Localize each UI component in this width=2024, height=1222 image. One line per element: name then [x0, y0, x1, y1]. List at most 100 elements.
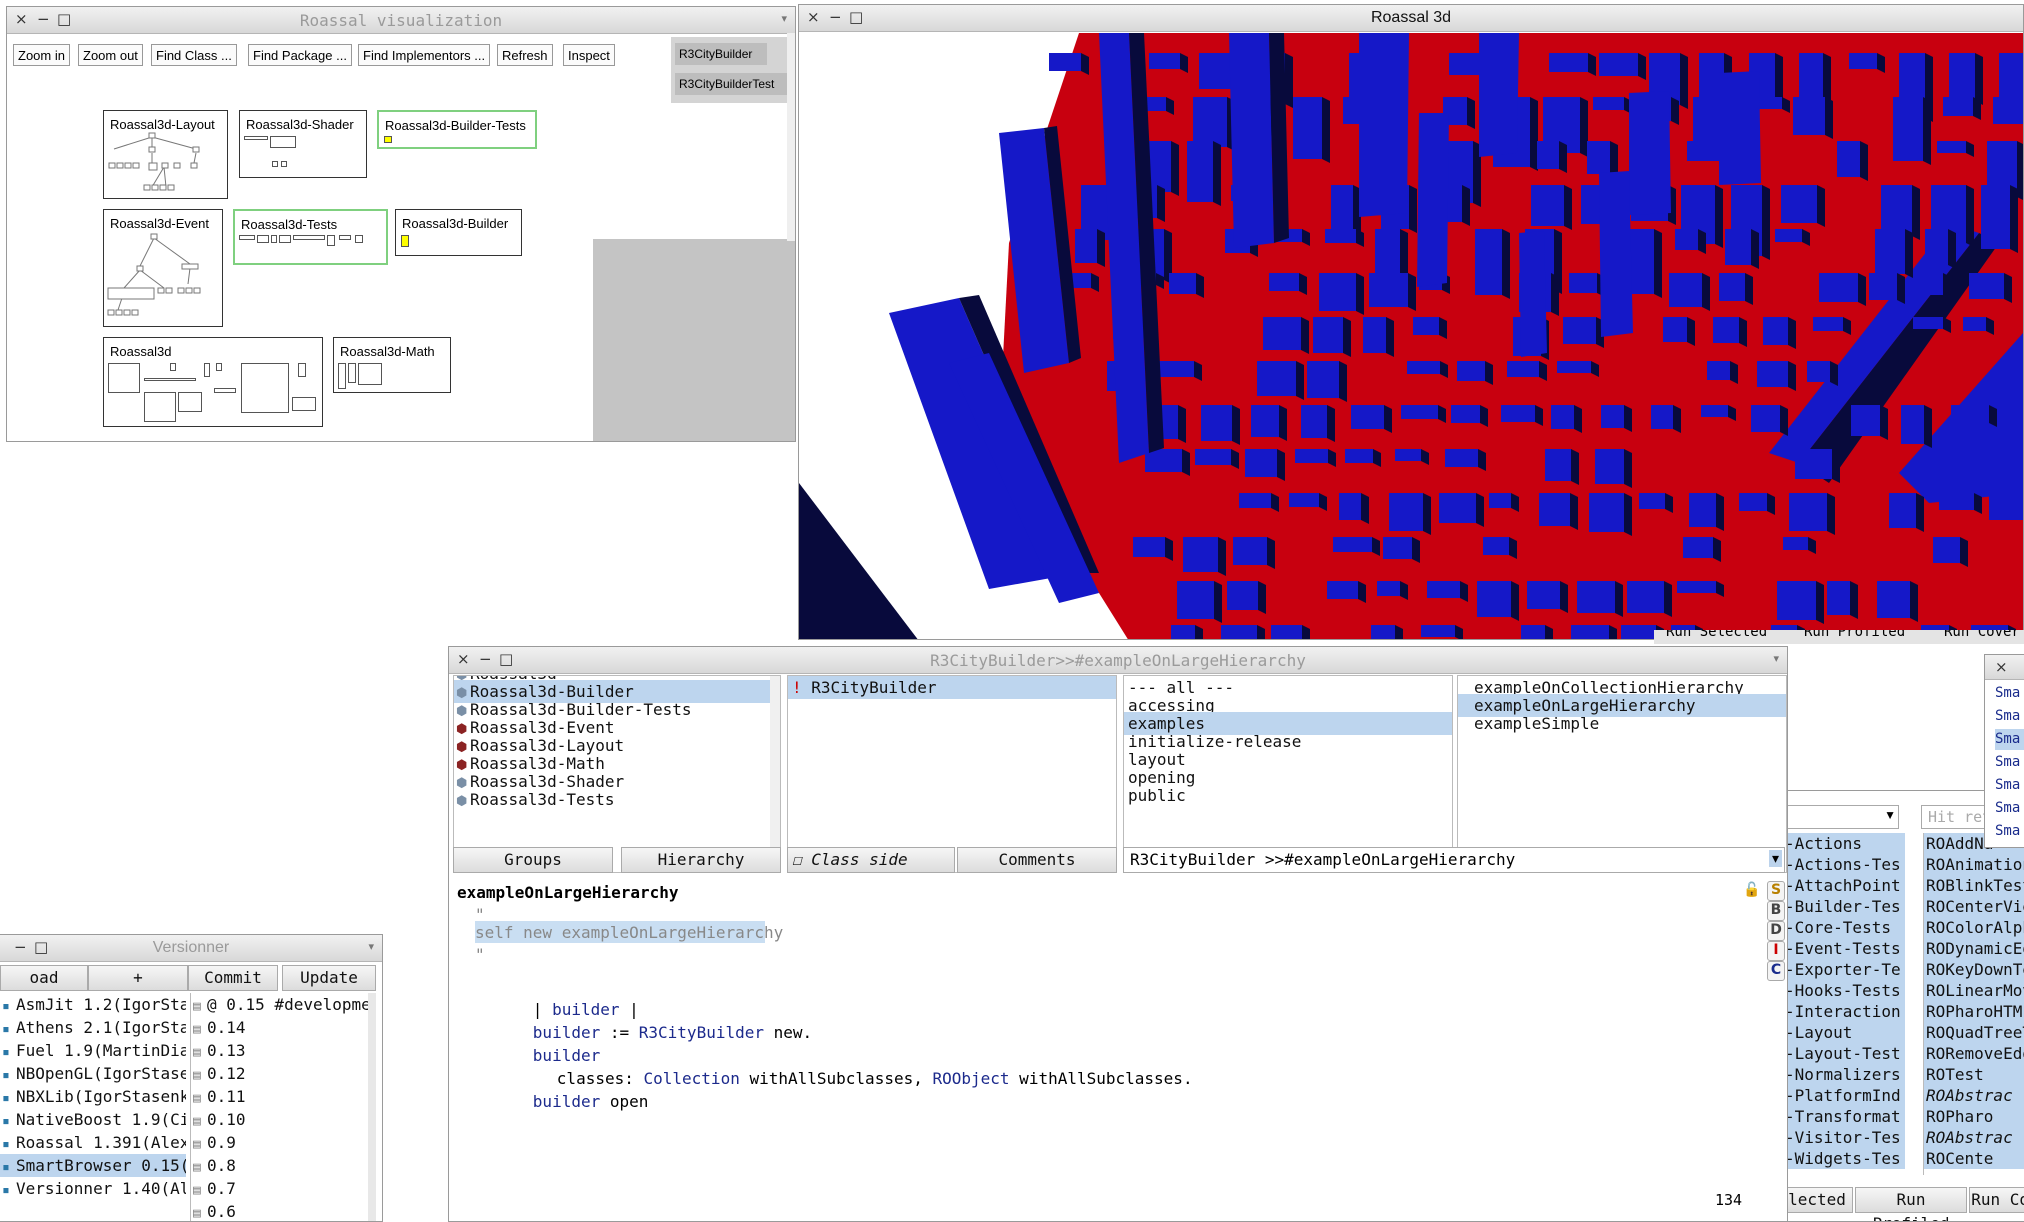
test-class-item[interactable]: ROBlinkTest [1924, 875, 2024, 896]
test-class-item[interactable]: ROPharoHTML [1924, 1001, 2024, 1022]
project-item[interactable]: ▪ Athens 2.1(IgorStase [0, 1016, 186, 1039]
refresh-button[interactable]: Refresh [497, 44, 553, 66]
chevron-down-icon[interactable]: ▼ [1884, 808, 1896, 822]
version-list[interactable]: ▤ @ 0.15 #developme ▤ 0.14 ▤ 0.13 ▤ 0.12 ▤ 0.11 ▤ 0… [190, 993, 377, 1221]
smart-list-item[interactable]: Sma [1995, 752, 2024, 773]
class-box-r3citybuilder[interactable] [401, 235, 409, 247]
package-item[interactable]: ⬢ Roassal3d-Tests [454, 788, 780, 811]
class-box[interactable] [279, 235, 291, 243]
class-box[interactable] [292, 397, 316, 411]
selector-field[interactable]: R3CityBuilder >>#exampleOnLargeHierarchy… [1123, 847, 1785, 873]
tab-class-side[interactable]: ☐ Class side [787, 847, 955, 873]
project-item[interactable]: ▪ SmartBrowser 0.15(Al [0, 1154, 186, 1177]
class-box[interactable] [338, 363, 346, 389]
test-class-item[interactable]: ROPharo [1924, 1106, 2024, 1127]
tab-comments[interactable]: Comments [957, 847, 1117, 873]
smart-list-item[interactable]: Sma [1995, 798, 2024, 819]
test-package-item[interactable]: -Layout [1781, 1022, 1905, 1043]
project-item[interactable]: ▪ Fuel 1.9(MartinDias [0, 1039, 186, 1062]
class-box[interactable] [327, 235, 335, 246]
zoom-in-button[interactable]: Zoom in [13, 44, 70, 66]
test-class-item[interactable]: ROAbstrac [1924, 1085, 2024, 1106]
test-package-item[interactable]: -Visitor-Tes [1781, 1127, 1905, 1148]
test-class-item[interactable]: ROLinearMov [1924, 980, 2024, 1001]
test-class-item[interactable]: RODynamicEd [1924, 938, 2024, 959]
class-box[interactable] [355, 235, 363, 243]
protocol-item[interactable]: public [1124, 784, 1452, 807]
class-box[interactable] [272, 161, 278, 167]
class-box[interactable] [358, 363, 382, 385]
test-class-item[interactable]: ROTest [1924, 1064, 2024, 1085]
version-item[interactable]: ▤ 0.11 [191, 1085, 246, 1108]
package-roassal3d-builder[interactable]: Roassal3d-Builder [395, 209, 522, 256]
test-class-item[interactable]: ROColorAlph [1924, 917, 2024, 938]
project-item[interactable]: ▪ Versionner 1.40(Ale [0, 1177, 186, 1200]
side-letter-c-button[interactable]: C [1767, 961, 1785, 981]
package-roassal3d-layout[interactable]: Roassal3d-Layout [103, 110, 228, 199]
package-roassal3d-tests[interactable]: Roassal3d-Tests [233, 209, 388, 265]
find-implementors-button[interactable]: Find Implementors ... [358, 44, 491, 66]
project-list[interactable]: ▪ AsmJit 1.2(IgorStase ▪ Athens 2.1(IgorSta… [0, 993, 186, 1221]
tab-hierarchy[interactable]: Hierarchy [621, 847, 781, 873]
smart-list[interactable]: Sma Sma Sma Sma Sma Sma Sma Sma [1995, 683, 2024, 847]
test-class-item[interactable]: RORemoveEdg [1924, 1043, 2024, 1064]
class-box-r3citybuildertest[interactable] [384, 136, 392, 143]
version-item[interactable]: ▤ 0.14 [191, 1016, 246, 1039]
class-box[interactable] [170, 363, 176, 371]
version-item[interactable]: ▤ 0.7 [191, 1177, 236, 1200]
package-roassal3d-shader[interactable]: Roassal3d-Shader [239, 110, 367, 178]
package-roassal3d[interactable]: Roassal3d [103, 337, 323, 427]
class-item-r3citybuildertest[interactable]: R3CityBuilderTest [675, 73, 791, 95]
version-item[interactable]: ▤ 0.8 [191, 1154, 236, 1177]
class-box[interactable] [348, 363, 356, 383]
test-package-item[interactable]: -Normalizers [1781, 1064, 1905, 1085]
class-box[interactable] [214, 388, 236, 393]
close-icon[interactable]: × [1995, 658, 2008, 676]
commit-button[interactable]: Commit [188, 965, 278, 991]
class-box[interactable] [271, 235, 277, 243]
package-roassal3d-event[interactable]: Roassal3d-Event [103, 209, 223, 327]
version-item[interactable]: ▤ 0.9 [191, 1131, 236, 1154]
package-roassal3d-math[interactable]: Roassal3d-Math [333, 337, 451, 393]
smart-list-item[interactable]: Sma [1995, 844, 2024, 847]
city-3d-canvas[interactable] [799, 33, 2023, 640]
test-package-item[interactable]: -Transformat [1781, 1106, 1905, 1127]
version-item[interactable]: ▤ 0.12 [191, 1062, 246, 1085]
test-package-item[interactable]: -Actions-Tes [1781, 854, 1905, 875]
class-box[interactable] [178, 392, 202, 412]
class-box[interactable] [339, 235, 351, 240]
smart-list-item[interactable]: Sma [1995, 775, 2024, 796]
test-package-item[interactable]: -Actions [1781, 833, 1905, 854]
test-class-item[interactable]: ROQuadTreeT [1924, 1022, 2024, 1043]
code-editor[interactable]: exampleOnLargeHierarchy " self new examp… [453, 879, 1765, 1219]
class-box[interactable] [239, 235, 255, 240]
test-class-item[interactable]: ROAbstrac [1924, 1127, 2024, 1148]
title-bar[interactable]: × − □ Roassal visualization ▾ [7, 7, 795, 34]
smart-list-item[interactable]: Sma [1995, 821, 2024, 842]
load-project-button[interactable]: oad Projec [0, 965, 88, 1011]
test-class-item[interactable]: ROCenterVie [1924, 896, 2024, 917]
class-pane[interactable]: ! R3CityBuilder [787, 675, 1117, 873]
package-pane[interactable]: ⬢Roassal3d⬢Roassal3d-Builder⬢Roassal3d-B… [453, 675, 781, 873]
run-profiled-button[interactable]: Run Profiled [1855, 1187, 1967, 1221]
zoom-out-button[interactable]: Zoom out [78, 44, 143, 66]
version-item[interactable]: ▤ 0.10 [191, 1108, 246, 1131]
title-bar[interactable]: × − □ Roassal 3d [799, 5, 2023, 32]
class-box[interactable] [204, 363, 210, 377]
class-box[interactable] [257, 235, 269, 243]
smart-list-item[interactable]: Sma [1995, 683, 2024, 704]
tab-groups[interactable]: Groups [453, 847, 613, 873]
test-class-item[interactable]: ROKeyDownTe [1924, 959, 2024, 980]
find-package-button[interactable]: Find Package ... [248, 44, 352, 66]
inspect-button[interactable]: Inspect [563, 44, 615, 66]
class-box[interactable] [293, 235, 325, 240]
side-letter-d-button[interactable]: D [1767, 921, 1785, 941]
class-box[interactable] [281, 161, 287, 167]
title-bar[interactable]: × − □ R3CityBuilder>>#exampleOnLargeHier… [449, 647, 1787, 674]
class-box[interactable] [144, 378, 196, 381]
package-roassal3d-builder-tests[interactable]: Roassal3d-Builder-Tests [377, 110, 537, 149]
version-item[interactable]: ▤ 0.6 [191, 1200, 236, 1221]
version-scrollbar[interactable] [368, 993, 376, 1221]
test-package-item[interactable]: -Layout-Test [1781, 1043, 1905, 1064]
chevron-down-icon[interactable]: ▾ [1768, 850, 1782, 867]
